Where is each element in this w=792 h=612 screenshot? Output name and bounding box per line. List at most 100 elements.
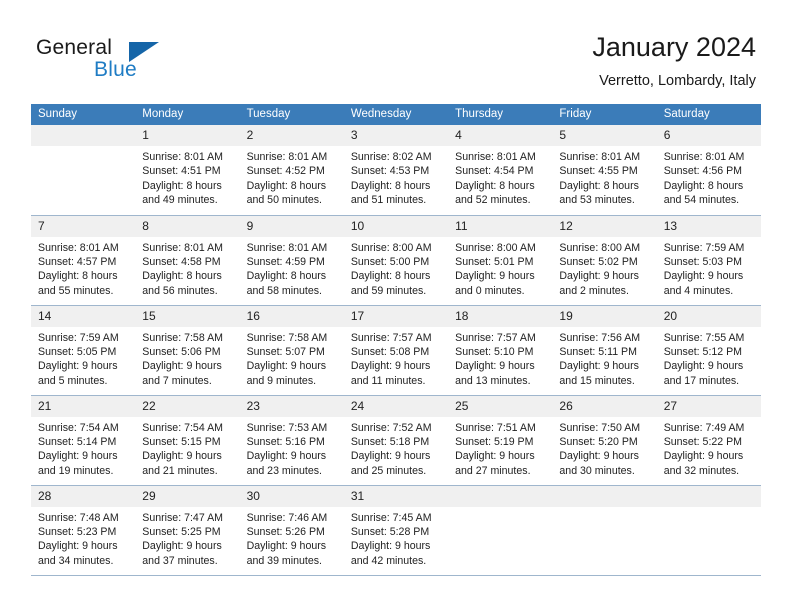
logo-text-general: General [36,36,113,59]
calendar-day-cell[interactable]: 29 Sunrise: 7:47 AM Sunset: 5:25 PM Dayligh… [135,485,240,576]
calendar-day-cell[interactable]: 2 Sunrise: 8:01 AM Sunset: 4:52 PM Daylight… [239,125,344,216]
day-details [31,146,135,150]
calendar-day-cell[interactable]: 4 Sunrise: 8:01 AM Sunset: 4:54 PM Daylight… [448,125,553,216]
calendar-day-cell[interactable]: 9 Sunrise: 8:01 AM Sunset: 4:59 PM Daylight… [239,215,344,306]
day-number: 23 [239,395,344,417]
day-number: 30 [239,485,344,507]
calendar-day-cell[interactable]: 16 Sunrise: 7:58 AM Sunset: 5:07 PM Dayligh… [239,305,344,396]
day-cell-inner: 2 Sunrise: 8:01 AM Sunset: 4:52 PM Daylight… [239,125,344,214]
day-details: Sunrise: 8:02 AM Sunset: 4:53 PM Daylight:… [344,146,448,208]
day-details: Sunrise: 7:57 AM Sunset: 5:08 PM Daylight:… [344,327,448,389]
day-number: 4 [448,125,553,146]
sunset-text: Sunset: 4:52 PM [246,165,325,178]
calendar-day-cell[interactable]: 5 Sunrise: 8:01 AM Sunset: 4:55 PM Daylight… [552,125,657,216]
day-cell-inner: 31 Sunrise: 7:45 AM Sunset: 5:28 PM Dayligh… [343,485,449,575]
daylight-text-cont: and 37 minutes. [142,554,218,567]
calendar-day-cell[interactable]: 25 Sunrise: 7:51 AM Sunset: 5:19 PM Dayligh… [448,395,553,486]
calendar-day-cell[interactable]: 20 Sunrise: 7:55 AM Sunset: 5:12 PM Dayligh… [656,305,761,396]
calendar-day-cell[interactable]: 15 Sunrise: 7:58 AM Sunset: 5:06 PM Dayligh… [135,305,240,396]
calendar-day-cell[interactable]: 30 Sunrise: 7:46 AM Sunset: 5:26 PM Dayligh… [239,485,344,576]
sunset-text: Sunset: 5:00 PM [350,255,430,268]
day-details: Sunrise: 7:58 AM Sunset: 5:07 PM Daylight:… [240,327,344,389]
daylight-text: Daylight: 9 hours [142,540,222,553]
sunrise-text: Sunrise: 8:01 AM [246,241,328,254]
daylight-text: Daylight: 8 hours [559,179,639,192]
general-blue-logo[interactable]: General Blue [36,36,216,86]
calendar-day-cell[interactable]: 13 Sunrise: 7:59 AM Sunset: 5:03 PM Dayligh… [656,215,761,306]
calendar-day-cell[interactable]: 1 Sunrise: 8:01 AM Sunset: 4:51 PM Daylight… [135,125,240,216]
sunset-text: Sunset: 4:59 PM [246,255,325,268]
day-details: Sunrise: 8:01 AM Sunset: 4:55 PM Daylight:… [552,146,656,208]
sunrise-text: Sunrise: 7:58 AM [246,331,328,344]
day-details: Sunrise: 7:58 AM Sunset: 5:06 PM Daylight:… [135,327,239,389]
calendar-day-cell[interactable]: 3 Sunrise: 8:02 AM Sunset: 4:53 PM Daylight… [343,125,449,216]
sunrise-text: Sunrise: 8:01 AM [38,241,119,254]
day-details [448,507,552,511]
day-details: Sunrise: 7:52 AM Sunset: 5:18 PM Daylight:… [344,417,448,479]
sunset-text: Sunset: 4:55 PM [559,165,638,178]
calendar-day-cell[interactable]: 11 Sunrise: 8:00 AM Sunset: 5:01 PM Dayligh… [448,215,553,306]
day-number: 17 [343,305,449,327]
sunset-text: Sunset: 5:01 PM [455,255,534,268]
calendar-day-cell[interactable]: 26 Sunrise: 7:50 AM Sunset: 5:20 PM Dayligh… [552,395,657,486]
day-details: Sunrise: 7:57 AM Sunset: 5:10 PM Daylight:… [448,327,552,389]
sunset-text: Sunset: 5:16 PM [246,435,325,448]
day-number: 3 [343,125,449,146]
calendar-day-cell[interactable]: 27 Sunrise: 7:49 AM Sunset: 5:22 PM Dayligh… [656,395,761,486]
day-number: 29 [135,485,240,507]
weekday-header-monday: Monday [135,104,240,125]
calendar-day-cell[interactable]: 28 Sunrise: 7:48 AM Sunset: 5:23 PM Dayligh… [31,485,136,576]
calendar-day-cell[interactable]: 18 Sunrise: 7:57 AM Sunset: 5:10 PM Dayligh… [448,305,553,396]
day-cell-inner: 21 Sunrise: 7:54 AM Sunset: 5:14 PM Dayligh… [31,395,136,485]
calendar-week-row: 7 Sunrise: 8:01 AM Sunset: 4:57 PM Daylight… [31,215,761,306]
calendar-page: General Blue January 2024 Verretto, Lomb… [0,0,792,612]
day-number: 31 [343,485,449,507]
calendar-day-cell[interactable]: 10 Sunrise: 8:00 AM Sunset: 5:00 PM Dayligh… [343,215,449,306]
day-number: 9 [239,215,344,237]
day-details: Sunrise: 7:50 AM Sunset: 5:20 PM Daylight:… [552,417,656,479]
daylight-text-cont: and 25 minutes. [350,464,427,477]
calendar-day-cell[interactable]: 21 Sunrise: 7:54 AM Sunset: 5:14 PM Dayligh… [31,395,136,486]
calendar-day-cell[interactable]: 17 Sunrise: 7:57 AM Sunset: 5:08 PM Dayligh… [343,305,449,396]
sunrise-text: Sunrise: 8:00 AM [559,241,641,254]
daylight-text-cont: and 21 minutes. [142,464,218,477]
day-number: 1 [135,125,240,146]
day-cell-inner: 11 Sunrise: 8:00 AM Sunset: 5:01 PM Dayligh… [448,215,553,305]
day-cell-inner: 3 Sunrise: 8:02 AM Sunset: 4:53 PM Daylight… [343,125,449,214]
sunset-text: Sunset: 5:15 PM [142,435,221,448]
sunset-text: Sunset: 5:22 PM [663,435,743,448]
calendar-day-cell[interactable]: 23 Sunrise: 7:53 AM Sunset: 5:16 PM Dayligh… [239,395,344,486]
daylight-text: Daylight: 9 hours [38,450,118,463]
daylight-text-cont: and 32 minutes. [663,464,740,477]
daylight-text-cont: and 53 minutes. [559,194,635,207]
daylight-text: Daylight: 9 hours [559,360,639,373]
calendar-day-cell[interactable]: 6 Sunrise: 8:01 AM Sunset: 4:56 PM Daylight… [656,125,761,216]
sunrise-text: Sunrise: 8:00 AM [350,241,432,254]
daylight-text-cont: and 17 minutes. [663,374,740,387]
daylight-text: Daylight: 8 hours [142,179,222,192]
day-details: Sunrise: 8:00 AM Sunset: 5:01 PM Daylight:… [448,237,552,299]
day-number: 14 [31,305,136,327]
daylight-text: Daylight: 9 hours [350,360,431,373]
daylight-text: Daylight: 8 hours [246,179,327,192]
calendar-day-cell[interactable]: 19 Sunrise: 7:56 AM Sunset: 5:11 PM Dayligh… [552,305,657,396]
calendar-day-cell[interactable]: 12 Sunrise: 8:00 AM Sunset: 5:02 PM Dayligh… [552,215,657,306]
daylight-text-cont: and 50 minutes. [246,194,322,207]
day-number: 15 [135,305,240,327]
day-cell-inner [31,125,136,214]
daylight-text: Daylight: 9 hours [246,360,327,373]
daylight-text-cont: and 0 minutes. [455,284,525,297]
calendar-day-cell[interactable]: 24 Sunrise: 7:52 AM Sunset: 5:18 PM Dayligh… [343,395,449,486]
calendar-day-cell[interactable]: 7 Sunrise: 8:01 AM Sunset: 4:57 PM Daylight… [31,215,136,306]
daylight-text-cont: and 2 minutes. [559,284,629,297]
sunrise-text: Sunrise: 8:01 AM [663,151,745,163]
calendar-day-cell[interactable]: 22 Sunrise: 7:54 AM Sunset: 5:15 PM Dayligh… [135,395,240,486]
sunset-text: Sunset: 5:28 PM [350,525,430,538]
day-cell-inner: 8 Sunrise: 8:01 AM Sunset: 4:58 PM Daylight… [135,215,240,305]
calendar-day-cell[interactable]: 14 Sunrise: 7:59 AM Sunset: 5:05 PM Dayligh… [31,305,136,396]
day-details: Sunrise: 8:01 AM Sunset: 4:57 PM Daylight:… [31,237,135,299]
calendar-day-cell[interactable]: 8 Sunrise: 8:01 AM Sunset: 4:58 PM Daylight… [135,215,240,306]
sunset-text: Sunset: 5:12 PM [663,345,743,358]
calendar-day-cell[interactable]: 31 Sunrise: 7:45 AM Sunset: 5:28 PM Dayligh… [343,485,449,576]
day-cell-inner: 10 Sunrise: 8:00 AM Sunset: 5:00 PM Dayligh… [343,215,449,305]
